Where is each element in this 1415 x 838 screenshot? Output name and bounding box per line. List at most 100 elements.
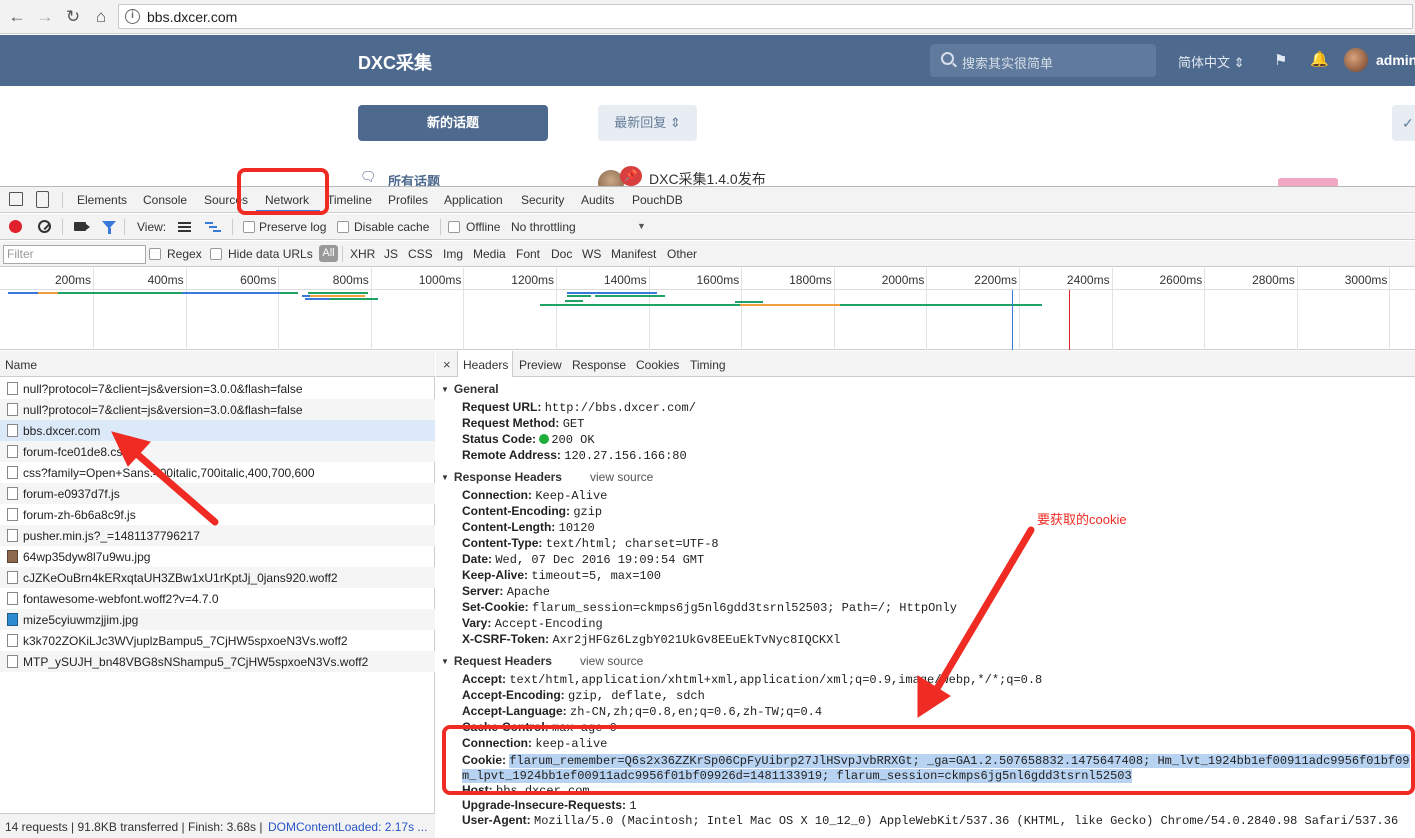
search-input[interactable]: 搜索其实很简单 xyxy=(930,44,1156,77)
preserve-log-checkbox[interactable] xyxy=(243,221,255,233)
tab-application[interactable]: Application xyxy=(444,193,503,207)
filter-xhr[interactable]: XHR xyxy=(350,247,375,261)
filter-doc[interactable]: Doc xyxy=(551,247,572,261)
tab-profiles[interactable]: Profiles xyxy=(388,193,428,207)
request-row[interactable]: null?protocol=7&client=js&version=3.0.0&… xyxy=(0,399,435,420)
request-row[interactable]: 64wp35dyw8l7u9wu.jpg xyxy=(0,546,435,567)
header-row[interactable]: Request URL: http://bbs.dxcer.com/ xyxy=(462,400,696,415)
general-section-toggle[interactable]: ▼ General xyxy=(441,382,499,396)
request-row[interactable]: k3k702ZOKiLJc3WVjuplzBampu5_7CjHW5spxoeN… xyxy=(0,630,435,651)
request-view-source-link[interactable]: view source xyxy=(580,654,643,668)
clear-icon[interactable] xyxy=(38,220,51,233)
request-row[interactable]: cJZKeOuBrn4kERxqtaUH3ZBw1xU1rKptJj_0jans… xyxy=(0,567,435,588)
avatar[interactable] xyxy=(1344,48,1368,72)
header-row[interactable]: User-Agent: Mozilla/5.0 (Macintosh; Inte… xyxy=(462,813,1398,828)
forum-title[interactable]: DXC采集 xyxy=(358,49,432,75)
filter-media[interactable]: Media xyxy=(473,247,506,261)
tab-audits[interactable]: Audits xyxy=(581,193,614,207)
device-mode-icon[interactable] xyxy=(36,191,49,208)
request-row[interactable]: bbs.dxcer.com xyxy=(0,420,435,441)
large-rows-icon[interactable] xyxy=(178,222,191,232)
header-row[interactable]: Keep-Alive: timeout=5, max=100 xyxy=(462,568,661,583)
tab-headers[interactable]: Headers xyxy=(463,358,508,372)
close-icon[interactable]: × xyxy=(443,357,451,372)
record-icon[interactable] xyxy=(9,220,22,233)
request-row[interactable]: fontawesome-webfont.woff2?v=4.7.0 xyxy=(0,588,435,609)
filter-css[interactable]: CSS xyxy=(408,247,433,261)
file-icon xyxy=(7,424,18,437)
request-row[interactable]: MTP_ySUJH_bn48VBG8sNShampu5_7CjHW5spxoeN… xyxy=(0,651,435,672)
bell-icon[interactable]: 🔔 xyxy=(1310,50,1329,68)
address-bar[interactable]: i bbs.dxcer.com xyxy=(118,4,1413,29)
throttling-select[interactable]: No throttling xyxy=(511,220,576,234)
header-row[interactable]: Connection: Keep-Alive xyxy=(462,488,607,503)
header-row[interactable]: X-CSRF-Token: Axr2jHFGz6LzgbY021UkGv8EEu… xyxy=(462,632,841,647)
request-row[interactable]: forum-e0937d7f.js xyxy=(0,483,435,504)
flag-icon[interactable]: ⚑ xyxy=(1274,51,1287,69)
inspect-element-icon[interactable] xyxy=(9,192,23,206)
request-row[interactable]: mize5cyiuwmzjjim.jpg xyxy=(0,609,435,630)
column-header-name[interactable]: Name xyxy=(0,351,435,377)
request-list: Name null?protocol=7&client=js&version=3… xyxy=(0,351,435,838)
header-row[interactable]: Content-Encoding: gzip xyxy=(462,504,602,519)
offline-checkbox[interactable] xyxy=(448,221,460,233)
tab-elements[interactable]: Elements xyxy=(77,193,127,207)
tab-preview[interactable]: Preview xyxy=(519,358,562,372)
back-arrow-icon[interactable]: ← xyxy=(6,6,28,28)
dropdown-arrow-icon[interactable]: ▼ xyxy=(637,221,646,231)
filter-icon[interactable] xyxy=(102,221,116,234)
capture-screenshots-icon[interactable] xyxy=(74,222,90,231)
request-row[interactable]: css?family=Open+Sans:400italic,700italic… xyxy=(0,462,435,483)
tab-cookies[interactable]: Cookies xyxy=(636,358,679,372)
username[interactable]: admin xyxy=(1376,52,1415,68)
header-row[interactable]: Content-Length: 10120 xyxy=(462,520,595,535)
filter-js[interactable]: JS xyxy=(384,247,398,261)
filter-ws[interactable]: WS xyxy=(582,247,601,261)
header-row[interactable]: Vary: Accept-Encoding xyxy=(462,616,603,631)
tab-pouchdb[interactable]: PouchDB xyxy=(632,193,683,207)
request-row[interactable]: forum-fce01de8.css xyxy=(0,441,435,462)
sort-button[interactable]: 最新回复 ⇕ xyxy=(598,105,697,141)
forward-arrow-icon[interactable]: → xyxy=(34,6,56,28)
tag-badge[interactable] xyxy=(1278,178,1338,186)
header-row[interactable]: Accept: text/html,application/xhtml+xml,… xyxy=(462,672,1042,687)
header-row[interactable]: Upgrade-Insecure-Requests: 1 xyxy=(462,798,637,813)
request-row[interactable]: pusher.min.js?_=1481137796217 xyxy=(0,525,435,546)
tab-timing[interactable]: Timing xyxy=(690,358,726,372)
response-view-source-link[interactable]: view source xyxy=(590,470,653,484)
info-icon[interactable]: i xyxy=(125,9,140,24)
header-row[interactable]: Remote Address: 120.27.156.166:80 xyxy=(462,448,687,463)
tab-response[interactable]: Response xyxy=(572,358,626,372)
header-row[interactable]: Status Code: 200 OK xyxy=(462,432,595,447)
tab-console[interactable]: Console xyxy=(143,193,187,207)
home-icon[interactable]: ⌂ xyxy=(90,6,112,28)
reload-icon[interactable]: ↻ xyxy=(62,6,84,28)
header-row[interactable]: Request Method: GET xyxy=(462,416,584,431)
header-row[interactable]: Accept-Language: zh-CN,zh;q=0.8,en;q=0.6… xyxy=(462,704,822,719)
check-icon[interactable]: ✓ xyxy=(1392,105,1415,141)
header-row[interactable]: Content-Type: text/html; charset=UTF-8 xyxy=(462,536,719,551)
regex-checkbox[interactable] xyxy=(149,248,161,260)
response-headers-toggle[interactable]: ▼ Response Headers xyxy=(441,470,562,484)
header-row[interactable]: Date: Wed, 07 Dec 2016 19:09:54 GMT xyxy=(462,552,704,567)
hide-data-urls-checkbox[interactable] xyxy=(210,248,222,260)
filter-all[interactable]: All xyxy=(319,245,338,262)
new-topic-button[interactable]: 新的话题 xyxy=(358,105,548,141)
overview-icon[interactable] xyxy=(205,222,221,232)
disable-cache-checkbox[interactable] xyxy=(337,221,349,233)
filter-img[interactable]: Img xyxy=(443,247,463,261)
network-overview[interactable]: 200ms 400ms 600ms 800ms 1000ms 1200ms 1400ms 16… xyxy=(0,268,1415,350)
language-selector[interactable]: 简体中文 ⇕ xyxy=(1178,52,1245,71)
filter-manifest[interactable]: Manifest xyxy=(611,247,656,261)
tab-timeline[interactable]: Timeline xyxy=(327,193,372,207)
request-row[interactable]: forum-zh-6b6a8c9f.js xyxy=(0,504,435,525)
filter-font[interactable]: Font xyxy=(516,247,540,261)
header-row[interactable]: Server: Apache xyxy=(462,584,550,599)
header-row[interactable]: Accept-Encoding: gzip, deflate, sdch xyxy=(462,688,705,703)
header-row[interactable]: Set-Cookie: flarum_session=ckmps6jg5nl6g… xyxy=(462,600,957,615)
request-row[interactable]: null?protocol=7&client=js&version=3.0.0&… xyxy=(0,378,435,399)
filter-input[interactable]: Filter xyxy=(3,245,146,264)
filter-other[interactable]: Other xyxy=(667,247,697,261)
tab-security[interactable]: Security xyxy=(521,193,564,207)
request-headers-toggle[interactable]: ▼ Request Headers xyxy=(441,654,552,668)
